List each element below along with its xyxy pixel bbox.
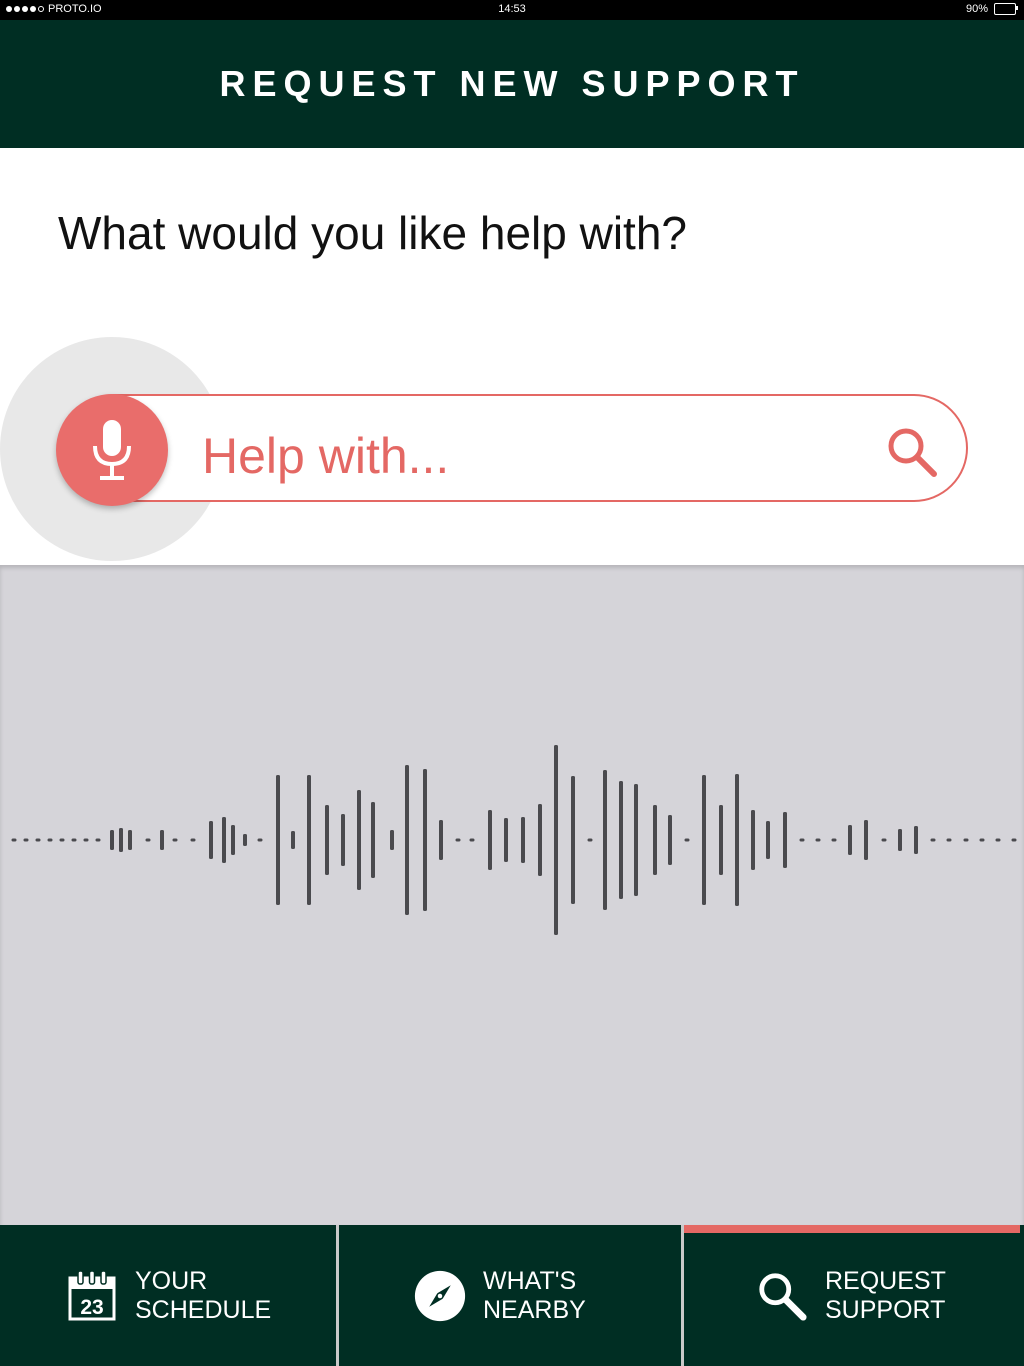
waveform-bar [145, 838, 151, 842]
waveform-bar [222, 817, 226, 863]
waveform-bar [83, 838, 89, 842]
waveform-bar [848, 825, 852, 855]
waveform-bar [243, 834, 247, 846]
waveform-bar [571, 776, 575, 904]
waveform-bar [634, 784, 638, 896]
waveform-bar [71, 838, 77, 842]
help-search-input[interactable] [200, 420, 864, 492]
waveform-bar [898, 829, 902, 851]
waveform-bar [735, 774, 739, 906]
tab-bar: 23 YOUR SCHEDULE WHAT'S NEARBY REQUEST S… [0, 1225, 1024, 1366]
waveform-bar [668, 815, 672, 865]
tab-label: YOUR SCHEDULE [135, 1266, 272, 1324]
tab-your-schedule[interactable]: 23 YOUR SCHEDULE [0, 1225, 339, 1366]
waveform-bar [603, 770, 607, 910]
waveform-bar [231, 825, 235, 855]
page-header: REQUEST NEW SUPPORT [0, 20, 1024, 148]
waveform-bar [504, 818, 508, 862]
waveform-bar [95, 838, 101, 842]
search-button[interactable] [880, 420, 944, 484]
waveform-bar [653, 805, 657, 875]
tab-label: WHAT'S NEARBY [483, 1266, 586, 1324]
waveform-bar [172, 838, 178, 842]
waveform-bar [488, 810, 492, 870]
battery-percent: 90% [965, 3, 988, 15]
waveform-bar [276, 775, 280, 905]
waveform-bar [291, 831, 295, 849]
waveform-bar [11, 838, 17, 842]
search-icon [756, 1270, 808, 1322]
waveform-bar [702, 775, 706, 905]
tab-request-support[interactable]: REQUEST SUPPORT [684, 1225, 1024, 1366]
waveform-bar [881, 838, 887, 842]
calendar-icon: 23 [66, 1269, 118, 1322]
waveform-bar [405, 765, 409, 915]
waveform-bar [521, 817, 525, 863]
waveform-bar [160, 830, 164, 850]
waveform-bar [423, 769, 427, 911]
waveform-bar [831, 838, 837, 842]
help-question: What would you like help with? [58, 207, 687, 259]
calendar-date: 23 [80, 1296, 103, 1319]
waveform-bar [963, 838, 969, 842]
waveform-bar [914, 826, 918, 854]
waveform-bar [751, 810, 755, 870]
waveform-bar [587, 838, 593, 842]
waveform-bar [209, 821, 213, 859]
status-bar: PROTO.IO 14:53 90% [0, 0, 1024, 20]
waveform-bar [390, 830, 394, 850]
waveform-bar [23, 838, 29, 842]
waveform-bar [455, 838, 461, 842]
status-time: 14:53 [498, 3, 526, 15]
waveform-bar [469, 838, 475, 842]
waveform-bar [930, 838, 936, 842]
waveform-bar [684, 838, 690, 842]
waveform-bar [766, 821, 770, 859]
waveform-bar [371, 802, 375, 878]
waveform-bar [307, 775, 311, 905]
waveform-bar [979, 838, 985, 842]
battery-icon [994, 3, 1018, 15]
microphone-button[interactable] [56, 394, 168, 506]
waveform-bar [554, 745, 558, 935]
waveform-bar [538, 804, 542, 876]
waveform-bar [995, 838, 1001, 842]
waveform-bar [128, 830, 132, 850]
waveform-bar [119, 828, 123, 852]
search-icon [888, 428, 937, 477]
waveform-bar [59, 838, 65, 842]
waveform-bar [783, 812, 787, 868]
waveform-bar [257, 838, 263, 842]
waveform-bar [946, 838, 952, 842]
tab-label: REQUEST SUPPORT [825, 1266, 946, 1324]
waveform-bar [357, 790, 361, 890]
waveform-bar [341, 814, 345, 866]
voice-waveform-panel [0, 565, 1024, 1225]
microphone-icon [93, 420, 131, 480]
waveform-bar [110, 830, 114, 850]
waveform-bar [439, 820, 443, 860]
waveform-bar [815, 838, 821, 842]
waveform-bar [1011, 838, 1017, 842]
waveform-bar [864, 820, 868, 860]
compass-icon [414, 1270, 466, 1322]
waveform-bar [190, 838, 196, 842]
page-title: REQUEST NEW SUPPORT [219, 63, 805, 104]
waveform-bar [719, 805, 723, 875]
tab-whats-nearby[interactable]: WHAT'S NEARBY [339, 1225, 684, 1366]
waveform-bar [47, 838, 53, 842]
waveform-bar [325, 805, 329, 875]
waveform-bar [799, 838, 805, 842]
battery-indicator: 90% [965, 3, 1018, 15]
waveform-bar [35, 838, 41, 842]
waveform-bar [619, 781, 623, 899]
waveform-icon [11, 745, 1017, 935]
